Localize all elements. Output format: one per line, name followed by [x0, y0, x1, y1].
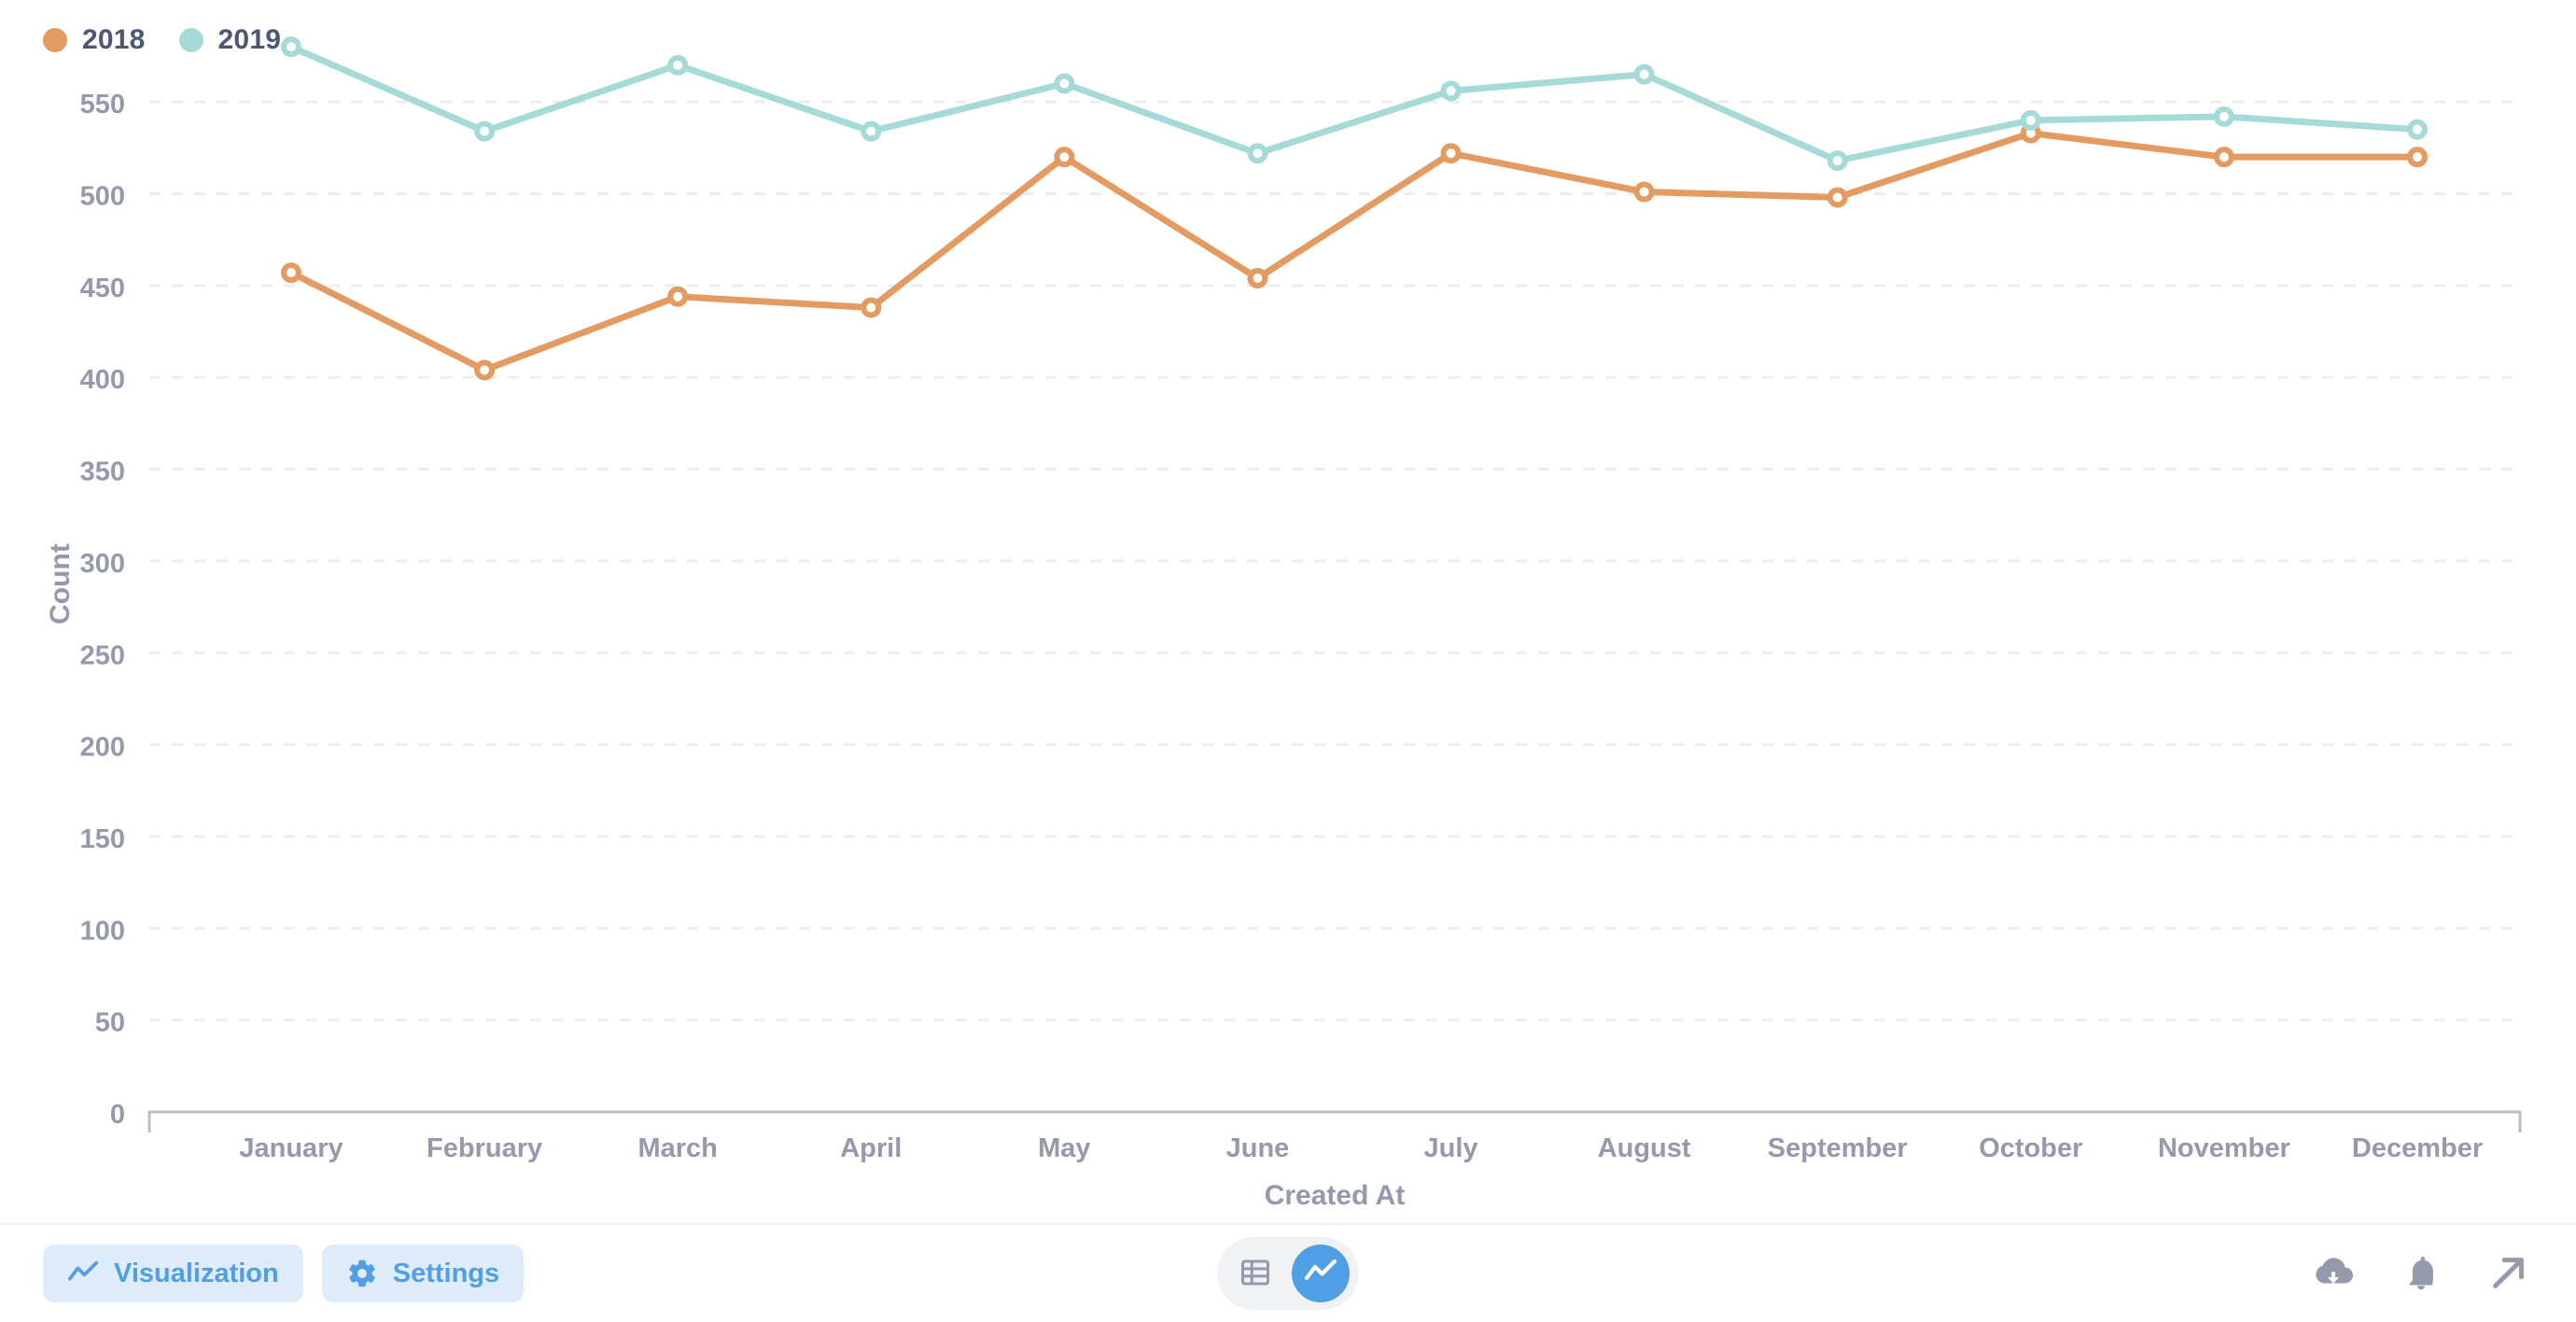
- x-axis-tick-label: March: [637, 1133, 717, 1163]
- visualization-button-label: Visualization: [114, 1258, 279, 1288]
- x-axis-tick-label: February: [427, 1133, 542, 1163]
- toolbar-right-group: [2309, 1249, 2533, 1298]
- data-point[interactable]: [474, 359, 496, 381]
- line-chart: 0 50 100 150 200 250 300 350 400 450 500 550 January…: [0, 0, 2576, 1223]
- data-point[interactable]: [2020, 109, 2041, 131]
- y-axis-tick-label: 350: [80, 457, 125, 487]
- line-chart-icon: [1304, 1256, 1337, 1292]
- y-axis-tick-label: 400: [80, 365, 125, 395]
- arrow-up-right-icon: [2487, 1251, 2530, 1297]
- data-point[interactable]: [1440, 80, 1462, 102]
- data-point[interactable]: [667, 54, 689, 76]
- download-button[interactable]: [2309, 1249, 2358, 1298]
- x-axis-tick-label: August: [1598, 1133, 1691, 1163]
- legend-item-label: 2018: [82, 24, 146, 55]
- data-point[interactable]: [1827, 150, 1848, 172]
- y-axis-tick-label: 450: [80, 274, 125, 303]
- data-point[interactable]: [474, 120, 496, 142]
- y-axis-tick-label: 50: [95, 1008, 125, 1038]
- series-group: [281, 36, 2428, 381]
- x-axis-tick-label: October: [1979, 1133, 2082, 1163]
- toolbar-left-group: Visualization Settings: [43, 1245, 525, 1302]
- gridlines: [149, 100, 2520, 1022]
- data-point[interactable]: [667, 286, 689, 307]
- series-line: [287, 130, 2421, 373]
- data-point[interactable]: [1633, 63, 1655, 85]
- legend-color-swatch: [43, 28, 67, 52]
- data-point[interactable]: [2213, 105, 2234, 127]
- x-axis-line: [147, 1110, 2522, 1132]
- view-toggle: [1217, 1237, 1359, 1310]
- visualization-button[interactable]: Visualization: [43, 1245, 303, 1302]
- legend-item-2019[interactable]: 2019: [178, 24, 282, 56]
- x-axis-title: Created At: [1265, 1180, 1406, 1211]
- data-point[interactable]: [1827, 187, 1848, 208]
- y-axis-tick-label: 300: [80, 549, 125, 579]
- x-axis-tick-label: September: [1768, 1133, 1908, 1163]
- y-axis-tick-label: 250: [80, 640, 125, 670]
- bottom-toolbar: Visualization Settings: [0, 1223, 2576, 1322]
- chart-legend: 2018 2019: [43, 24, 281, 56]
- data-point[interactable]: [1440, 143, 1462, 164]
- data-point[interactable]: [281, 36, 301, 58]
- alert-button[interactable]: [2397, 1249, 2445, 1298]
- x-axis-ticks: January February March April May June July Augu…: [239, 1133, 2483, 1163]
- y-axis-tick-label: 150: [80, 824, 125, 854]
- data-point[interactable]: [1054, 73, 1075, 94]
- series-2018: [281, 122, 2428, 381]
- settings-button-label: Settings: [392, 1258, 500, 1288]
- data-point[interactable]: [1054, 147, 1075, 168]
- view-toggle-group: [1217, 1237, 1359, 1310]
- legend-color-swatch: [178, 28, 203, 52]
- data-point[interactable]: [281, 262, 301, 284]
- y-axis-tick-label: 0: [110, 1100, 125, 1130]
- data-point[interactable]: [1247, 143, 1268, 164]
- chart-canvas: 0 50 100 150 200 250 300 350 400 450 500 550 January…: [45, 36, 2522, 1211]
- x-axis-tick-label: January: [239, 1133, 343, 1163]
- table-icon: [1239, 1256, 1272, 1292]
- bell-icon: [2401, 1252, 2442, 1296]
- series-2019: [281, 36, 2428, 172]
- expand-button[interactable]: [2485, 1249, 2533, 1298]
- y-axis-tick-label: 550: [80, 90, 125, 120]
- x-axis-tick-label: June: [1226, 1133, 1290, 1163]
- gear-icon: [346, 1258, 378, 1289]
- y-axis-ticks: 0 50 100 150 200 250 300 350 400 450 500 550: [80, 90, 125, 1130]
- data-point[interactable]: [1633, 181, 1655, 203]
- table-view-toggle[interactable]: [1226, 1245, 1284, 1302]
- x-axis-tick-label: November: [2158, 1133, 2290, 1163]
- legend-item-label: 2019: [217, 24, 282, 55]
- data-point[interactable]: [2407, 147, 2428, 168]
- y-axis-tick-label: 100: [80, 916, 125, 946]
- legend-item-2018[interactable]: 2018: [43, 24, 146, 56]
- chart-view-toggle[interactable]: [1292, 1245, 1350, 1302]
- data-point[interactable]: [861, 297, 882, 318]
- data-point[interactable]: [2407, 119, 2428, 140]
- x-axis-tick-label: December: [2352, 1133, 2483, 1163]
- x-axis-tick-label: May: [1038, 1133, 1090, 1163]
- data-point[interactable]: [861, 120, 882, 142]
- cloud-download-icon: [2312, 1251, 2355, 1297]
- data-point[interactable]: [2213, 147, 2234, 168]
- y-axis-tick-label: 500: [80, 182, 125, 212]
- settings-button[interactable]: Settings: [321, 1245, 525, 1302]
- line-chart-icon: [67, 1258, 99, 1289]
- x-axis-tick-label: April: [840, 1133, 902, 1163]
- data-point[interactable]: [1247, 268, 1268, 289]
- visualization-page: 2018 2019 0 50 100 150 200 250 300 350 400 450 500 5…: [0, 0, 2576, 1322]
- y-axis-tick-label: 200: [80, 733, 125, 763]
- x-axis-tick-label: July: [1424, 1133, 1478, 1163]
- y-axis-title: Count: [45, 543, 76, 625]
